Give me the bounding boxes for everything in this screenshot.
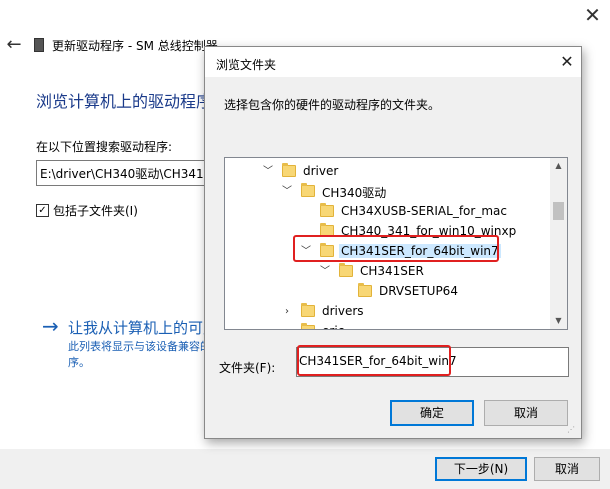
pick-from-list-description-cont: 序。 (68, 356, 90, 369)
wizard-heading: 浏览计算机上的驱动程序 (36, 92, 213, 111)
wizard-cancel-button[interactable]: 取消 (534, 457, 600, 481)
tree-item-label: CH34XUSB-SERIAL_for_mac (341, 204, 507, 218)
folder-icon (301, 303, 315, 317)
arrow-right-icon[interactable]: → (42, 316, 59, 336)
tree-item-label: drivers (322, 304, 364, 318)
scrollbar-thumb[interactable] (553, 202, 564, 220)
tree-item-ch340[interactable]: ﹀ CH340驱动 (225, 182, 550, 202)
scroll-down-icon[interactable]: ▼ (550, 313, 567, 329)
chevron-right-icon[interactable]: › (280, 302, 294, 322)
tree-item-label: driver (303, 164, 339, 178)
wizard-close-icon[interactable]: ✕ (575, 0, 610, 30)
chevron-down-icon[interactable]: ﹀ (261, 162, 275, 182)
back-arrow-icon[interactable]: ← (4, 35, 24, 55)
dialog-close-icon[interactable]: ✕ (557, 51, 577, 73)
tree-item-drivers[interactable]: › drivers (225, 302, 550, 322)
tree-item-drvsetup64[interactable]: DRVSETUP64 (225, 282, 550, 302)
tree-scrollbar[interactable]: ▲ ▼ (550, 158, 567, 329)
search-location-label: 在以下位置搜索驱动程序: (36, 140, 173, 154)
include-subfolders-checkbox[interactable]: ✓ (36, 204, 49, 217)
tree-item-label: CH340驱动 (322, 186, 387, 200)
scroll-up-icon[interactable]: ▲ (550, 158, 567, 174)
tree-item-label: CH341SER (360, 264, 424, 278)
tree-item-label: DRVSETUP64 (379, 284, 458, 298)
driver-path-input[interactable]: E:\driver\CH340驱动\CH341SER_for_64bit_win… (36, 160, 226, 186)
tree-item-label: eric (322, 324, 344, 329)
chevron-right-icon[interactable]: › (280, 322, 294, 329)
folder-field-label: 文件夹(F): (219, 361, 276, 375)
resize-grip-icon[interactable]: ⋰ (567, 425, 577, 435)
folder-icon (301, 183, 315, 197)
chevron-down-icon[interactable]: ﹀ (280, 182, 294, 202)
browse-folder-dialog: 浏览文件夹 ✕ 选择包含你的硬件的驱动程序的文件夹。 ﹀ driver ﹀ CH… (204, 46, 582, 439)
dialog-instruction: 选择包含你的硬件的驱动程序的文件夹。 (224, 98, 441, 112)
tree-item-eric[interactable]: › eric (225, 322, 550, 329)
folder-icon (301, 323, 315, 329)
tree-selection-highlight (293, 235, 499, 262)
tree-item-ch341ser[interactable]: ﹀ CH341SER (225, 262, 550, 282)
folder-icon (320, 203, 334, 217)
folder-input-highlight (297, 345, 451, 376)
dialog-cancel-button[interactable]: 取消 (484, 400, 568, 426)
wizard-title: 更新驱动程序 - SM 总线控制器 (52, 39, 218, 53)
folder-icon (358, 283, 372, 297)
folder-icon (282, 163, 296, 177)
tree-item-driver[interactable]: ﹀ driver (225, 162, 550, 182)
tree-item-ch34xusb[interactable]: CH34XUSB-SERIAL_for_mac (225, 202, 550, 222)
device-icon (34, 38, 44, 52)
folder-icon (339, 263, 353, 277)
include-subfolders-label[interactable]: 包括子文件夹(I) (53, 202, 138, 219)
ok-button[interactable]: 确定 (390, 400, 474, 426)
chevron-down-icon[interactable]: ﹀ (318, 262, 332, 282)
next-button[interactable]: 下一步(N) (435, 457, 527, 481)
dialog-title: 浏览文件夹 (216, 58, 277, 72)
